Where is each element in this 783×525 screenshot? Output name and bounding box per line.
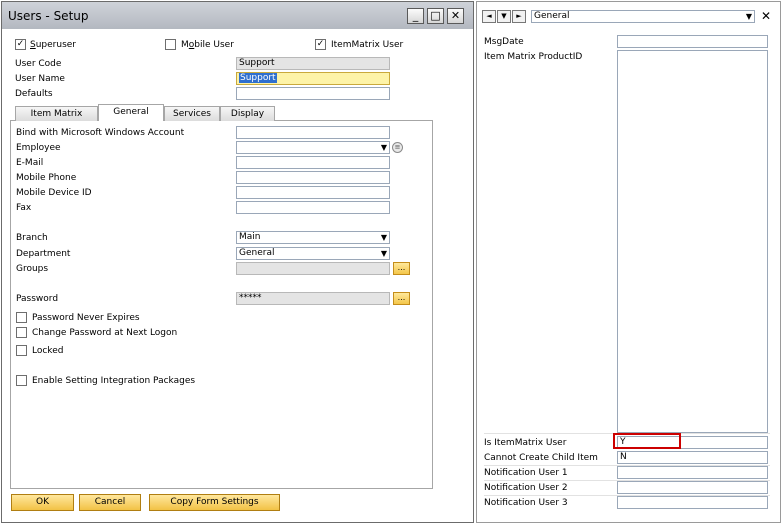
close-icon: ✕	[760, 9, 772, 23]
user-code-label: User Code	[15, 59, 62, 69]
email-label: E-Mail	[16, 158, 44, 168]
groups-field[interactable]	[236, 262, 390, 275]
locked-label: Locked	[32, 346, 64, 356]
department-value: General	[239, 248, 275, 258]
user-name-label: User Name	[15, 74, 65, 84]
maximize-button[interactable]: □	[427, 8, 444, 24]
user-name-selected-text: Support	[239, 73, 277, 83]
user-code-field[interactable]: Support	[236, 57, 390, 70]
mobile-user-label: Mobile User	[181, 40, 234, 50]
maximize-icon: □	[430, 9, 441, 22]
mobile-phone-field[interactable]	[236, 171, 390, 184]
cannot-create-child-label: Cannot Create Child Item	[484, 453, 598, 463]
tab-general-label: General	[113, 107, 149, 117]
window-title: Users - Setup	[8, 9, 89, 23]
close-button[interactable]: ✕	[447, 8, 464, 24]
defaults-field[interactable]	[236, 87, 390, 100]
copy-form-settings-button[interactable]: Copy Form Settings	[149, 494, 280, 511]
link-arrow-icon[interactable]: ≡	[392, 142, 403, 153]
close-icon: ✕	[450, 9, 461, 22]
password-never-expires-label: Password Never Expires	[32, 313, 140, 323]
mobile-phone-label: Mobile Phone	[16, 173, 77, 183]
bind-windows-field[interactable]	[236, 126, 390, 139]
password-label: Password	[16, 294, 59, 304]
itemmatrix-user-checkbox[interactable]: ✓	[315, 39, 326, 50]
password-field[interactable]: *****	[236, 292, 390, 305]
chevron-down-icon: ▼	[501, 12, 507, 20]
employee-label: Employee	[16, 143, 61, 153]
fax-field[interactable]	[236, 201, 390, 214]
superuser-checkbox[interactable]: ✓	[15, 39, 26, 50]
change-password-label: Change Password at Next Logon	[32, 328, 178, 338]
itemmatrix-user-label: ItemMatrix User	[331, 40, 404, 50]
tab-general[interactable]: General	[98, 104, 164, 121]
notification-user-1-field[interactable]	[617, 466, 768, 479]
chevron-down-icon: ▼	[380, 233, 387, 242]
ok-button[interactable]: OK	[11, 494, 74, 511]
chevron-down-icon: ▼	[380, 143, 387, 152]
cancel-button[interactable]: Cancel	[79, 494, 141, 511]
department-label: Department	[16, 249, 71, 259]
notification-user-3-field[interactable]	[617, 496, 768, 509]
triangle-right-icon: ►	[516, 12, 522, 20]
is-itemmatrix-user-label: Is ItemMatrix User	[484, 438, 567, 448]
minimize-button[interactable]: _	[407, 8, 424, 24]
tab-display-label: Display	[230, 109, 265, 119]
notification-user-3-label: Notification User 3	[484, 498, 568, 508]
chevron-down-icon: ▼	[380, 249, 387, 258]
notification-user-2-label: Notification User 2	[484, 483, 568, 493]
notification-user-2-field[interactable]	[617, 481, 768, 494]
highlight-box	[613, 433, 681, 449]
fax-label: Fax	[16, 203, 32, 213]
tab-services[interactable]: Services	[164, 106, 220, 121]
enable-integration-label: Enable Setting Integration Packages	[32, 376, 196, 386]
udf-category-select[interactable]: General ▼	[531, 10, 755, 23]
department-select[interactable]: General ▼	[236, 247, 390, 260]
branch-value: Main	[239, 232, 261, 242]
udf-close-button[interactable]: ✕	[759, 9, 773, 23]
triangle-left-icon: ◄	[486, 12, 492, 20]
minimize-icon: _	[412, 9, 419, 22]
email-field[interactable]	[236, 156, 390, 169]
tab-services-label: Services	[173, 109, 211, 119]
superuser-label: Superuser	[30, 40, 77, 50]
branch-select[interactable]: Main ▼	[236, 231, 390, 244]
employee-select[interactable]: ▼	[236, 141, 390, 154]
tab-display[interactable]: Display	[220, 106, 275, 121]
bind-windows-label: Bind with Microsoft Windows Account	[16, 128, 185, 138]
mobile-device-id-label: Mobile Device ID	[16, 188, 92, 198]
udf-next-button[interactable]: ►	[512, 10, 526, 23]
groups-browse-button[interactable]: ...	[393, 262, 410, 275]
mobile-user-checkbox[interactable]	[165, 39, 176, 50]
notification-user-1-label: Notification User 1	[484, 468, 568, 478]
groups-label: Groups	[16, 264, 49, 274]
item-matrix-productid-field[interactable]	[617, 50, 768, 433]
locked-checkbox[interactable]	[16, 345, 27, 356]
password-browse-button[interactable]: ...	[393, 292, 410, 305]
tab-item-matrix-label: Item Matrix	[30, 109, 83, 119]
branch-label: Branch	[16, 233, 48, 243]
udf-down-button[interactable]: ▼	[497, 10, 511, 23]
msgdate-label: MsgDate	[484, 37, 524, 47]
udf-category-value: General	[534, 11, 570, 21]
defaults-label: Defaults	[15, 89, 53, 99]
msgdate-field[interactable]	[617, 35, 768, 48]
user-name-field[interactable]: Support	[236, 72, 390, 85]
item-matrix-productid-label: Item Matrix ProductID	[484, 52, 583, 62]
chevron-down-icon: ▼	[745, 12, 752, 21]
cannot-create-child-field[interactable]: N	[617, 451, 768, 464]
mobile-device-id-field[interactable]	[236, 186, 390, 199]
change-password-checkbox[interactable]	[16, 327, 27, 338]
enable-integration-checkbox[interactable]	[16, 375, 27, 386]
password-never-expires-checkbox[interactable]	[16, 312, 27, 323]
tab-item-matrix[interactable]: Item Matrix	[15, 106, 98, 121]
udf-prev-button[interactable]: ◄	[482, 10, 496, 23]
